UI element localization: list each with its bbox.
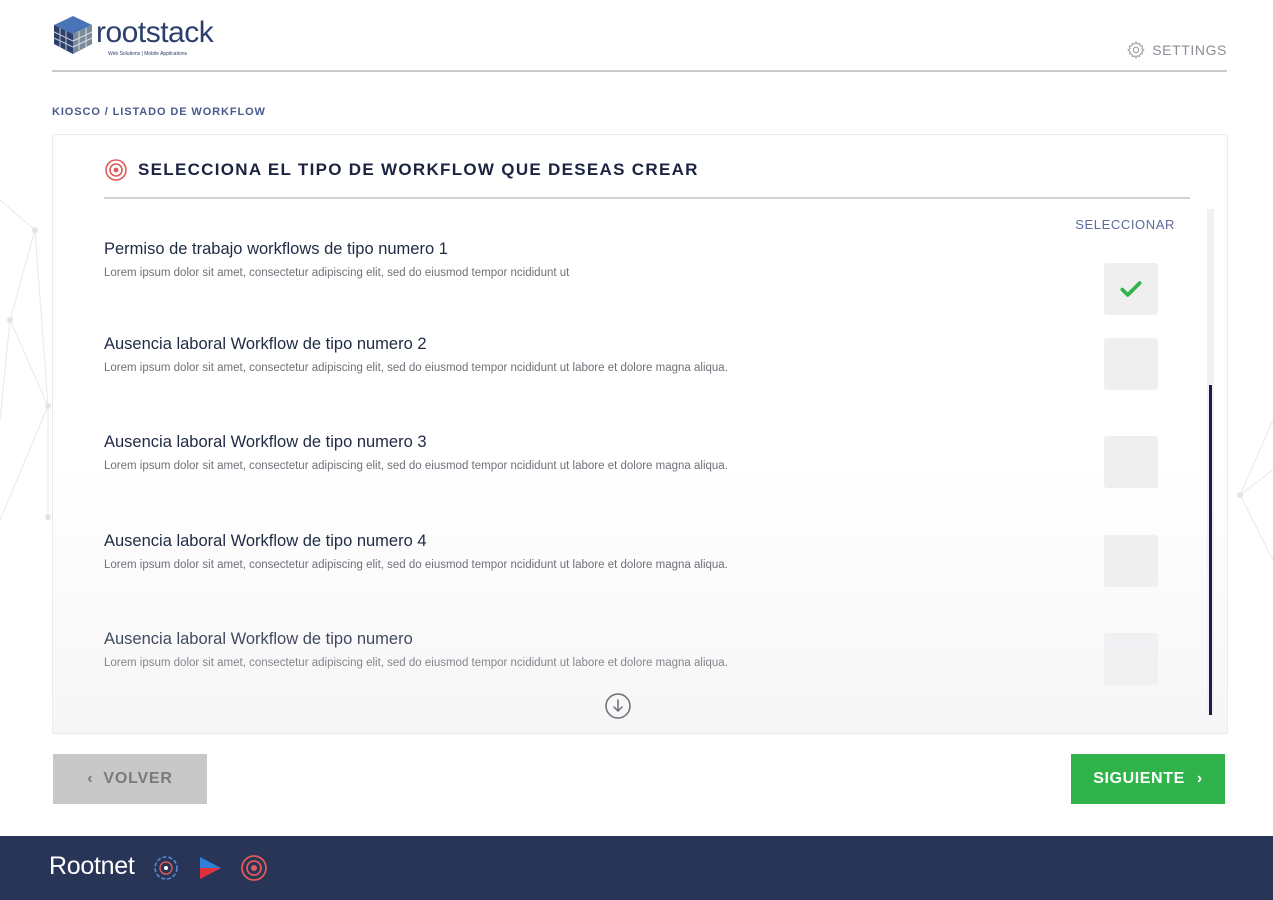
scroll-down-arrow-icon[interactable] bbox=[604, 692, 632, 720]
chevron-right-icon: › bbox=[1196, 770, 1203, 787]
rootstack-logo[interactable]: rootstack Web Solutions | Mobile Applica… bbox=[52, 14, 232, 62]
globe-icon[interactable] bbox=[150, 852, 182, 884]
play-icon[interactable] bbox=[194, 852, 226, 884]
scrollbar-thumb[interactable] bbox=[1209, 385, 1212, 715]
check-icon bbox=[1120, 281, 1142, 297]
list-item[interactable]: Ausencia laboral Workflow de tipo numero… bbox=[104, 630, 1194, 710]
footer-brand: Rootnet bbox=[49, 852, 135, 880]
workflow-description: Lorem ipsum dolor sit amet, consectetur … bbox=[104, 362, 728, 374]
workflow-description: Lorem ipsum dolor sit amet, consectetur … bbox=[104, 657, 728, 669]
workflow-selection-card: SELECCIONA EL TIPO DE WORKFLOW QUE DESEA… bbox=[52, 134, 1228, 734]
workflow-checkbox[interactable] bbox=[1104, 535, 1158, 587]
settings-link[interactable]: SETTINGS bbox=[1126, 38, 1227, 62]
select-column-header: SELECCIONAR bbox=[1075, 217, 1175, 232]
card-title: SELECCIONA EL TIPO DE WORKFLOW QUE DESEA… bbox=[104, 157, 699, 183]
back-button[interactable]: ‹ VOLVER bbox=[53, 754, 207, 804]
workflow-checkbox[interactable] bbox=[1104, 263, 1158, 315]
list-item[interactable]: Ausencia laboral Workflow de tipo numero… bbox=[104, 433, 1194, 513]
workflow-list: Permiso de trabajo workflows de tipo num… bbox=[104, 235, 1194, 735]
app-header: rootstack Web Solutions | Mobile Applica… bbox=[52, 0, 1227, 72]
workflow-title: Permiso de trabajo workflows de tipo num… bbox=[104, 240, 448, 258]
app-footer: Rootnet bbox=[0, 836, 1273, 900]
workflow-title: Ausencia laboral Workflow de tipo numero… bbox=[104, 335, 427, 353]
card-title-text: SELECCIONA EL TIPO DE WORKFLOW QUE DESEA… bbox=[138, 160, 699, 179]
workflow-checkbox[interactable] bbox=[1104, 436, 1158, 488]
chevron-left-icon: ‹ bbox=[87, 770, 94, 787]
workflow-checkbox[interactable] bbox=[1104, 338, 1158, 390]
workflow-title: Ausencia laboral Workflow de tipo numero… bbox=[104, 532, 427, 550]
next-button-label: SIGUIENTE bbox=[1093, 770, 1185, 787]
workflow-checkbox[interactable] bbox=[1104, 633, 1158, 685]
logo-text: rootstack bbox=[96, 16, 214, 49]
target-icon bbox=[105, 159, 127, 181]
target-icon[interactable] bbox=[238, 852, 270, 884]
list-item[interactable]: Permiso de trabajo workflows de tipo num… bbox=[104, 240, 1194, 320]
breadcrumb: KIOSCO / LISTADO DE WORKFLOW bbox=[52, 106, 266, 118]
card-divider bbox=[104, 197, 1190, 199]
footer-icons bbox=[150, 852, 270, 884]
workflow-title: Ausencia laboral Workflow de tipo numero bbox=[104, 630, 413, 648]
list-item[interactable]: Ausencia laboral Workflow de tipo numero… bbox=[104, 335, 1194, 415]
logo-tagline: Web Solutions | Mobile Applications bbox=[108, 51, 188, 57]
list-scrollbar[interactable] bbox=[1207, 209, 1214, 715]
workflow-description: Lorem ipsum dolor sit amet, consectetur … bbox=[104, 460, 728, 472]
cube-logo-icon bbox=[53, 16, 93, 54]
gear-icon bbox=[1127, 41, 1145, 59]
workflow-description: Lorem ipsum dolor sit amet, consectetur … bbox=[104, 559, 728, 571]
settings-label: SETTINGS bbox=[1152, 42, 1227, 58]
list-item[interactable]: Ausencia laboral Workflow de tipo numero… bbox=[104, 532, 1194, 612]
back-button-label: VOLVER bbox=[103, 770, 173, 787]
workflow-description: Lorem ipsum dolor sit amet, consectetur … bbox=[104, 267, 570, 279]
workflow-title: Ausencia laboral Workflow de tipo numero… bbox=[104, 433, 427, 451]
next-button[interactable]: SIGUIENTE › bbox=[1071, 754, 1225, 804]
